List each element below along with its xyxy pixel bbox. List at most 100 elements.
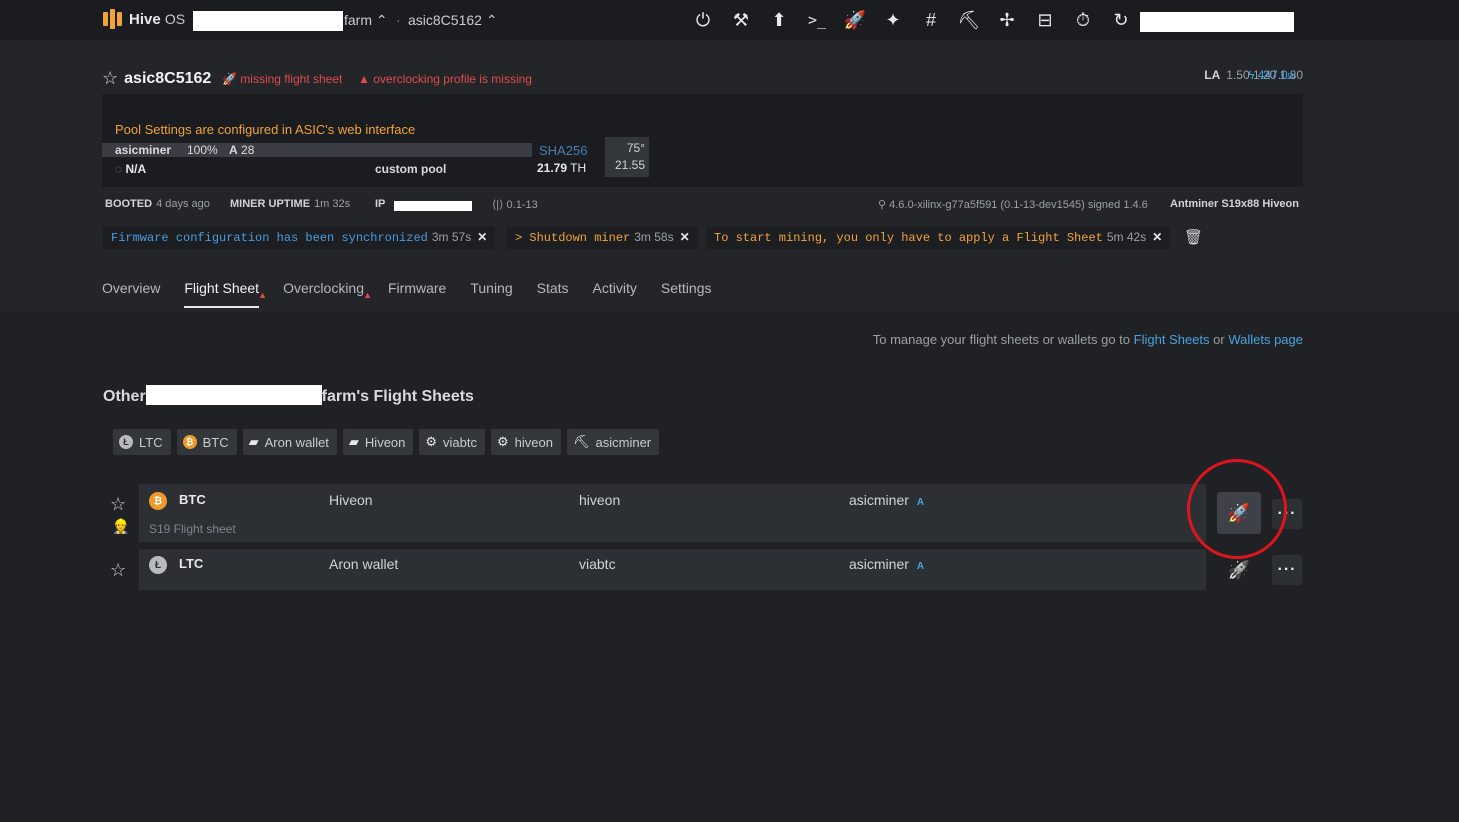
refresh-icon[interactable]: ↻ [1102,8,1140,32]
rocket-icon: 🚀 [1227,559,1251,580]
temperature-box: 75° 21.55 [605,137,649,177]
version-icon: ⟨|⟩ [492,199,504,211]
apply-flight-sheet-button[interactable]: 🚀 [1217,552,1261,588]
pool-icon: ⚙ [497,434,509,449]
filter-btc[interactable]: ₿ BTC [176,429,237,455]
flight-sheets-link[interactable]: Flight Sheets [1134,332,1210,347]
brand-name: Hive OS [129,10,186,28]
tab-flight-sheet[interactable]: Flight Sheet ▲ [184,280,267,308]
breadcrumb-separator: · [396,12,401,28]
fan-icon[interactable]: ✢ [988,8,1026,32]
astronaut-icon: 👷 [112,518,130,534]
tab-overclocking[interactable]: Overclocking ▲ [283,280,372,308]
flight-sheet-wallet: Aron wallet [329,556,399,572]
uptime-info: MINER UPTIME 1m 32s [230,198,351,210]
hashrate: 21.79 TH [537,161,587,175]
flight-sheet-miner: asicminer A [849,492,925,508]
worker-title: ☆ asic8C5162 [102,68,211,89]
more-options-button[interactable]: ··· [1272,555,1302,585]
favorite-star-icon[interactable]: ☆ [110,494,126,515]
flight-sheet-row[interactable] [139,549,1206,590]
flight-sheet-miner: asicminer A [849,556,925,572]
model-info: Antminer S19x88 Hiveon [1170,198,1299,210]
ip-info: IP [375,198,386,210]
pickaxe-icon: ⛏ [572,434,590,449]
upload-icon[interactable]: ⬆ [760,8,798,32]
missing-flight-sheet-warning[interactable]: 🚀 missing flight sheet [222,72,342,86]
wallets-page-link[interactable]: Wallets page [1228,332,1303,347]
filter-ltc[interactable]: Ł LTC [113,429,171,455]
section-title: Other farm's Flight Sheets [103,385,474,406]
version-info: ⟨|⟩ 0.1-13 [492,199,538,211]
wand-icon[interactable]: ✦ [874,8,912,32]
fan-value: 21.55 [614,158,645,172]
kernel-info: ⚲ 4.6.0-xilinx-g77a5f591 (0.1-13-dev1545… [878,199,1148,211]
minus-box-icon[interactable]: ⊟ [1026,8,1064,32]
algorithm: SHA256 [539,143,588,158]
temperature: 75° [626,141,645,155]
favorite-star-icon[interactable]: ☆ [110,560,126,581]
farm-selector[interactable]: farm ⌃ [344,12,388,29]
notification-firmware: Firmware configuration has been synchron… [103,227,496,249]
flight-sheet-row[interactable] [139,484,1206,542]
close-icon[interactable]: ✕ [477,230,487,244]
hive-logo[interactable]: Hive OS [103,9,185,29]
litecoin-icon: Ł [149,556,167,574]
tab-stats[interactable]: Stats [537,280,569,308]
rocket-icon[interactable]: 🚀 [836,8,874,32]
flight-sheet-coin: BTC [179,492,206,507]
filter-hiveon-wallet[interactable]: ▰ Hiveon [342,429,414,455]
power-usage: ϟ 447.0w [1248,68,1296,82]
tools-icon[interactable]: ⚒ [722,8,760,32]
flight-sheet-wallet: Hiveon [329,492,373,508]
hive-logo-icon [103,9,123,29]
wallet-icon: ▰ [248,434,259,449]
tab-tuning[interactable]: Tuning [470,280,512,308]
missing-oc-warning[interactable]: ▲ overclocking profile is missing [358,72,532,86]
tab-activity[interactable]: Activity [593,280,637,308]
pickaxe-icon[interactable]: ⛏ [950,8,988,32]
filter-hiveon-pool[interactable]: ⚙ hiveon [491,429,561,455]
notification-shutdown: > Shutdown miner 3m 58s ✕ [507,227,698,249]
rocket-warning-icon: 🚀 [222,72,237,86]
timer-icon[interactable]: ⏱ [1064,8,1102,32]
miner-panel [102,94,1303,187]
trash-icon[interactable]: 🗑 [1184,228,1203,246]
worker-selector[interactable]: asic8C5162 ⌃ [408,12,498,29]
tab-settings[interactable]: Settings [661,280,712,308]
warning-triangle-icon: ▲ [258,290,268,300]
filter-asicminer[interactable]: ⛏ asicminer [566,429,660,455]
warning-triangle-icon: ▲ [363,290,372,300]
flight-sheet-filters: Ł LTC ₿ BTC ▰ Aron wallet ▰ Hiveon ⚙ viabtc ⚙… [113,429,660,455]
favorite-star-icon[interactable]: ☆ [102,68,118,89]
manage-hint: To manage your flight sheets or wallets … [872,332,1303,347]
wallet-icon: ▰ [348,434,359,449]
filter-aron-wallet[interactable]: ▰ Aron wallet [242,429,337,455]
pool-note: Pool Settings are configured in ASIC's w… [115,122,416,137]
close-icon[interactable]: ✕ [1152,230,1162,244]
loading-circle-icon: ◌ [115,162,123,176]
miner-name: asicminer [115,143,172,157]
terminal-icon[interactable]: >_ [798,8,836,32]
tab-overview[interactable]: Overview [102,280,160,308]
accepted-shares: A 28 [229,143,255,157]
power-icon[interactable]: ⏻ [684,8,722,32]
top-bar: Hive OS farm ⌃ · asic8C5162 ⌃ ⏻ ⚒ ⬆ >_ 🚀… [0,0,1459,40]
flight-sheet-pool: viabtc [579,556,616,572]
hash-icon[interactable]: # [912,8,950,32]
redacted-farm-name [145,385,322,406]
flight-sheet-name: S19 Flight sheet [149,522,236,536]
tab-firmware[interactable]: Firmware [388,280,446,308]
booted-info: BOOTED 4 days ago [105,198,210,210]
redacted-user [1140,12,1294,32]
bitcoin-icon: ₿ [182,435,197,449]
worker-actions-toolbar: ⏻ ⚒ ⬆ >_ 🚀 ✦ # ⛏ ✢ ⊟ ⏱ ↻ [684,8,1140,32]
worker-tabs: Overview Flight Sheet ▲ Overclocking ▲ Fir… [102,280,711,308]
pool-icon: ⚙ [425,434,438,449]
warning-triangle-icon: ▲ [358,72,370,86]
close-icon[interactable]: ✕ [680,230,690,244]
filter-viabtc[interactable]: ⚙ viabtc [419,429,486,455]
linux-icon: ⚲ [878,199,887,211]
bitcoin-icon: ₿ [149,492,167,510]
miner-percent: 100% [187,143,218,157]
